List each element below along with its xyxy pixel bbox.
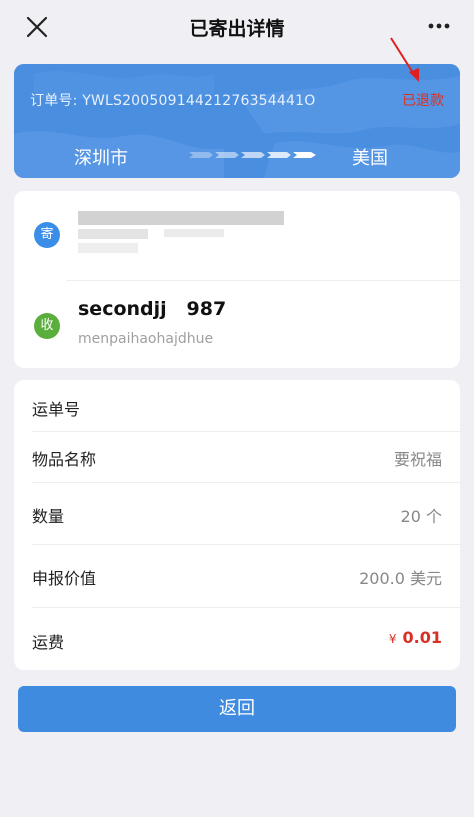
shipment-details-card: 运单号 物品名称 要祝福 数量 20 个 申报价值 200.0 美元 运费 ¥0… [14,380,460,670]
quantity-row: 数量 20 个 [14,482,460,544]
fee-amount: 0.01 [402,628,442,647]
origin-city: 深圳市 [74,148,128,169]
annotation-arrow-icon [390,37,419,82]
shipping-fee-label: 运费 [32,633,65,652]
route-arrows-icon [189,152,316,158]
address-card: 寄 收 secondjj 987 menpaihaohajdhue [14,191,460,368]
item-name-value: 要祝福 [393,450,442,469]
back-button[interactable]: 返回 [18,686,456,732]
currency-symbol: ¥ [388,632,397,646]
destination-city: 美国 [352,148,388,169]
quantity-label: 数量 [32,507,65,526]
item-name-label: 物品名称 [32,450,97,469]
waybill-row: 运单号 [14,380,460,431]
order-number-label: 订单号: [30,93,78,109]
quantity-value: 20 个 [400,507,442,526]
order-number: YWLS20050914421276354441O [82,93,316,109]
item-name-row: 物品名称 要祝福 [14,431,460,482]
divider [66,280,460,281]
order-number-line: 订单号: YWLS20050914421276354441O [30,90,315,110]
shipping-fee-value: ¥0.01 [389,628,442,647]
receiver-badge: 收 [34,313,60,339]
more-horizontal-icon[interactable] [428,22,450,30]
sender-badge: 寄 [34,222,60,248]
declared-value-row: 申报价值 200.0 美元 [14,544,460,607]
declared-value-label: 申报价值 [32,569,97,588]
waybill-label: 运单号 [32,400,81,419]
receiver-address: menpaihaohajdhue [78,331,214,347]
status-badge: 已退款 [402,93,444,109]
declared-value-value: 200.0 美元 [359,569,442,588]
shipping-fee-row: 运费 ¥0.01 [14,607,460,670]
receiver-name: secondjj 987 [78,298,227,320]
